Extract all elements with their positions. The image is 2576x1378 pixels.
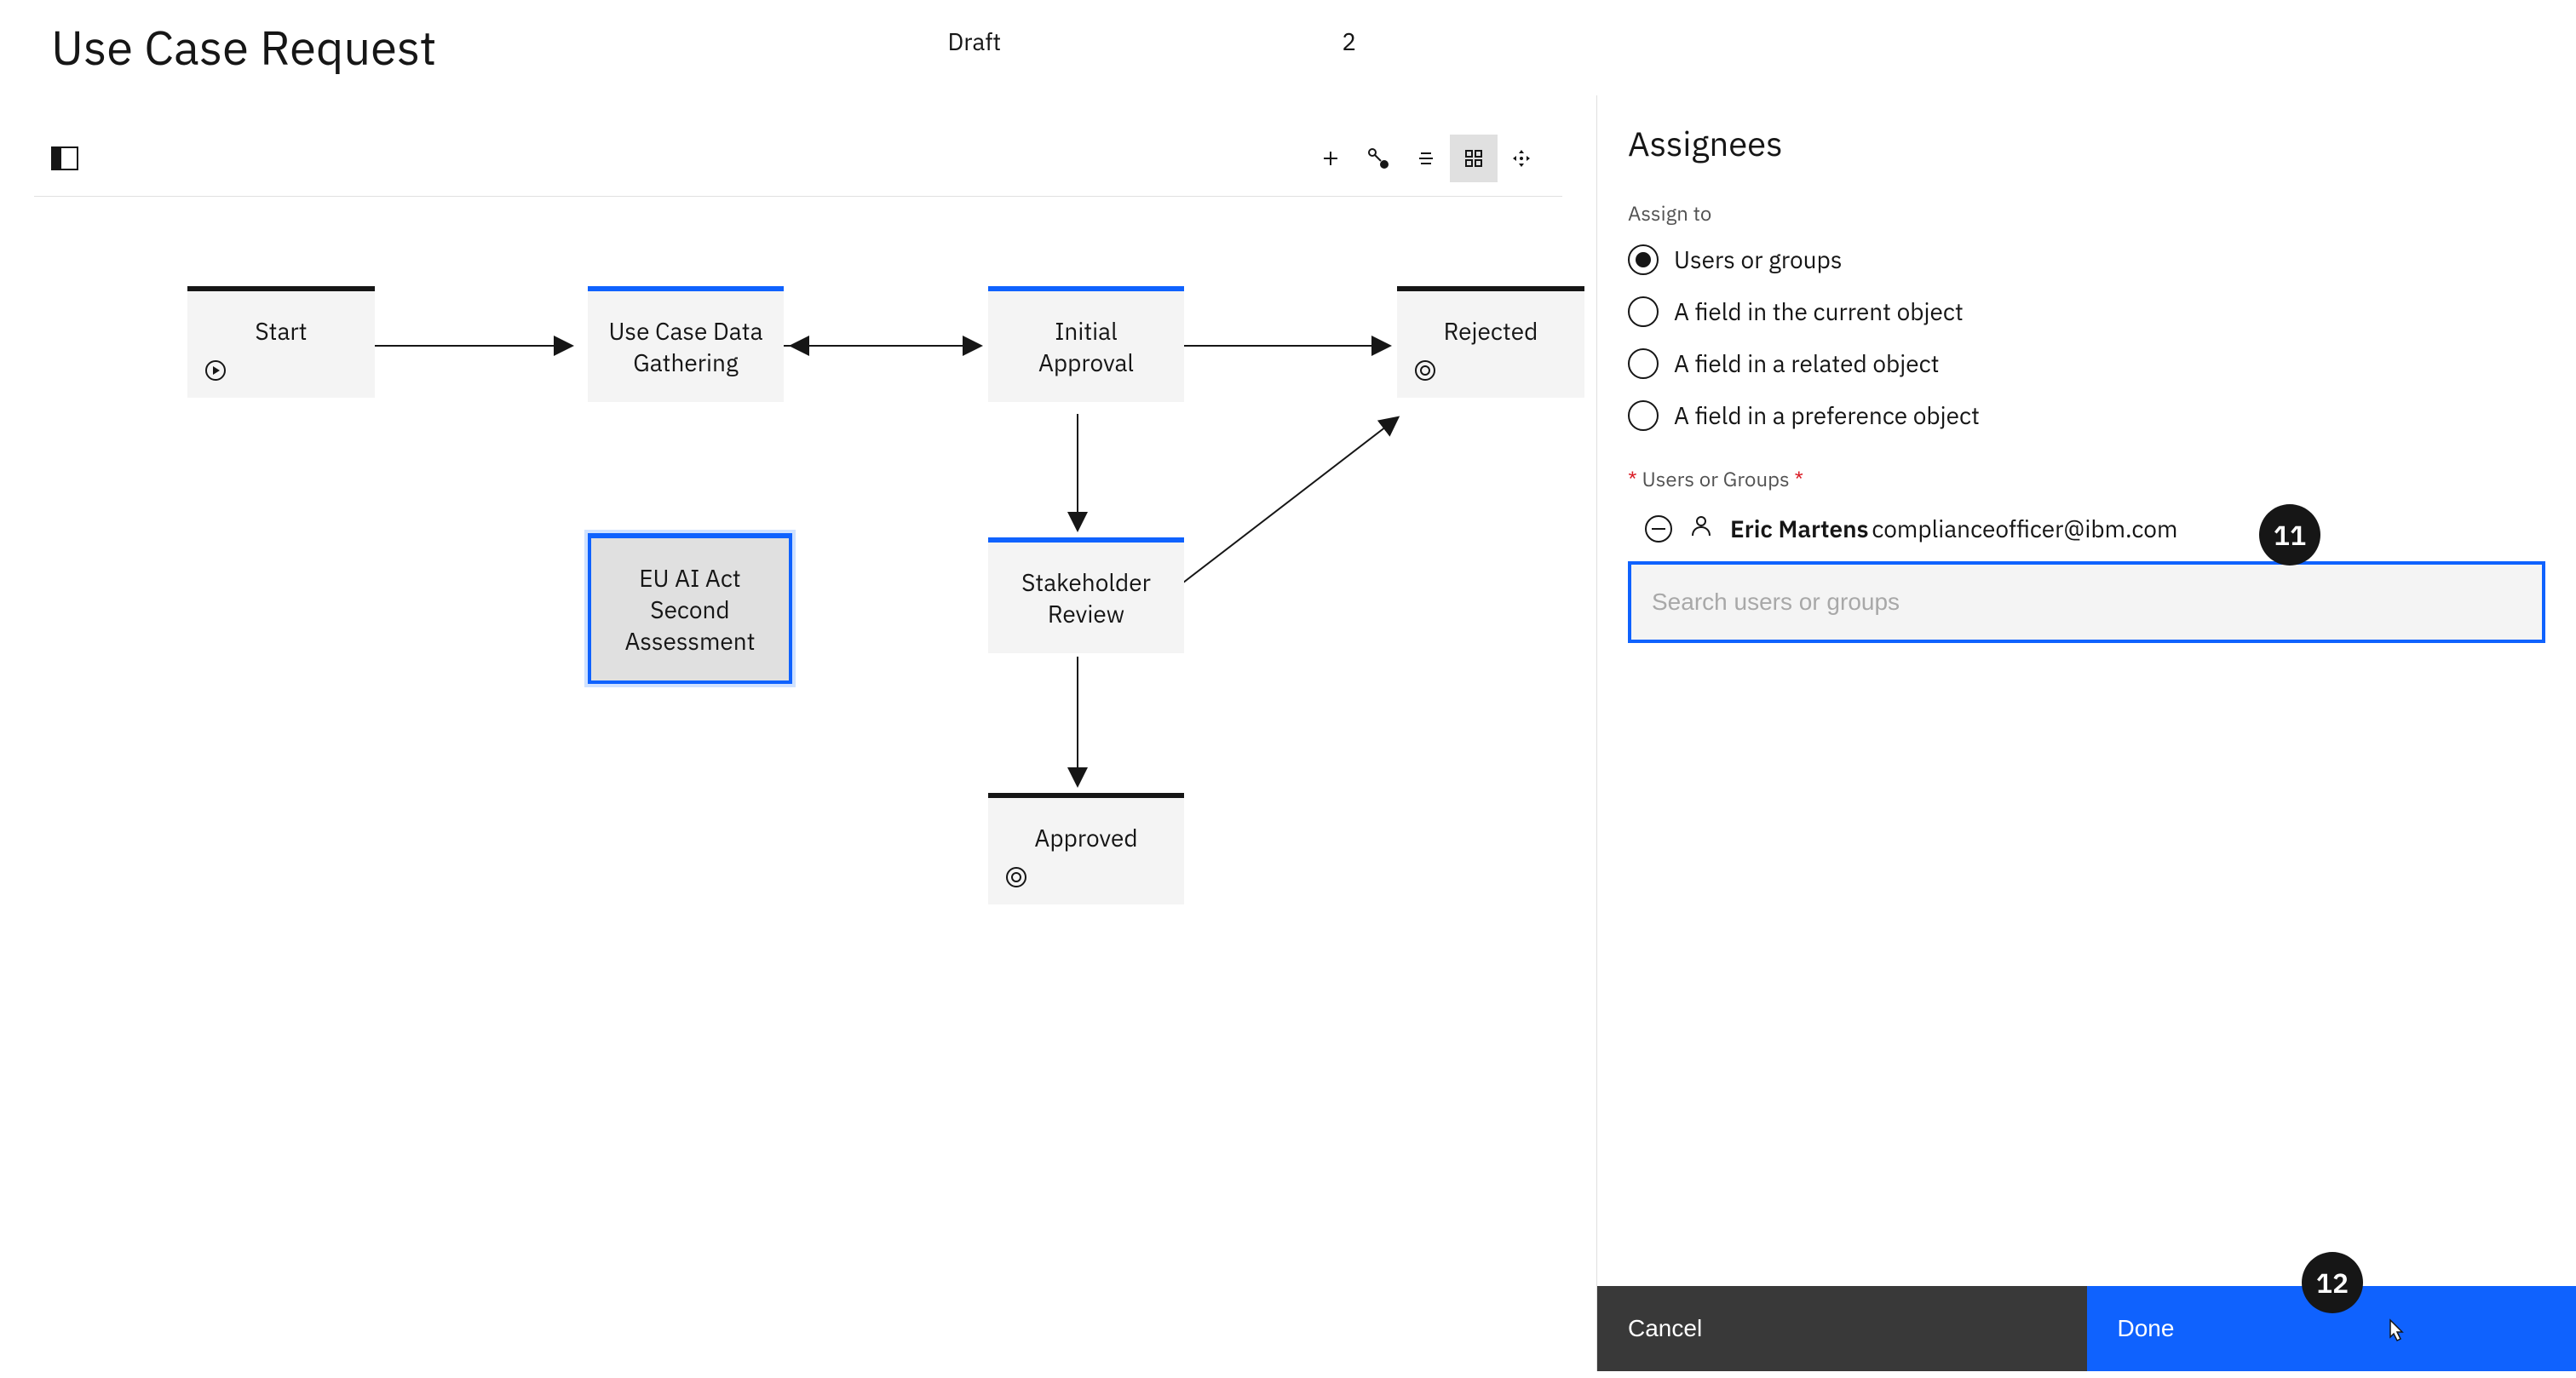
radio-icon <box>1628 348 1659 379</box>
callout-12: 12 <box>2302 1252 2363 1313</box>
node-start-label: Start <box>255 315 307 347</box>
node-gathering[interactable]: Use Case Data Gathering <box>588 286 784 402</box>
user-display: Eric Martens complianceofficer@ibm.com <box>1730 513 2177 544</box>
node-initial-label: Initial Approval <box>1038 315 1134 378</box>
move-icon <box>1509 146 1533 170</box>
radio-field-preference[interactable]: A field in a preference object <box>1628 399 2545 431</box>
radio-label: A field in the current object <box>1674 296 1964 327</box>
callout-11: 11 <box>2259 504 2320 566</box>
sidebar-footer: Cancel Done <box>1597 1286 2576 1371</box>
radio-label: A field in a preference object <box>1674 399 1980 431</box>
remove-user-icon[interactable] <box>1645 515 1672 543</box>
grid-icon <box>1463 148 1484 169</box>
user-email: complianceofficer@ibm.com <box>1872 513 2177 544</box>
plus-icon <box>1320 148 1341 169</box>
radio-icon <box>1628 296 1659 327</box>
node-initial-approval[interactable]: Initial Approval <box>988 286 1184 402</box>
radio-users-groups[interactable]: Users or groups <box>1628 244 2545 275</box>
stop-icon <box>1414 359 1436 388</box>
users-groups-label: * Users or Groups * <box>1628 465 2545 492</box>
node-stakeholder-review[interactable]: Stakeholder Review <box>988 537 1184 653</box>
status-label: Draft <box>947 26 1001 57</box>
assign-to-radio-group: Users or groups A field in the current o… <box>1628 244 2545 431</box>
node-stakeholder-label: Stakeholder Review <box>1021 566 1151 629</box>
count-label: 2 <box>1342 26 1356 57</box>
panel-toggle-icon[interactable] <box>51 146 78 170</box>
cancel-button[interactable]: Cancel <box>1597 1286 2087 1371</box>
list-icon <box>1416 148 1436 169</box>
workflow-diagram: Start Use Case Data Gathering Initial Ap… <box>34 197 1562 1362</box>
node-start[interactable]: Start <box>187 286 375 398</box>
node-approved-label: Approved <box>1034 822 1137 853</box>
node-euai-label: EU AI Act Second Assessment <box>624 562 755 657</box>
play-icon <box>204 359 227 388</box>
node-approved[interactable]: Approved <box>988 793 1184 904</box>
sidebar-title: Assignees <box>1628 121 2545 165</box>
node-rejected[interactable]: Rejected <box>1397 286 1584 398</box>
connection-button[interactable] <box>1354 135 1402 182</box>
connection-icon <box>1366 146 1390 170</box>
stop-icon <box>1005 866 1027 894</box>
radio-icon <box>1628 244 1659 275</box>
cursor-icon <box>2382 1318 2406 1346</box>
node-gathering-label: Use Case Data Gathering <box>608 315 762 378</box>
search-users-input[interactable] <box>1628 561 2545 643</box>
node-rejected-label: Rejected <box>1444 315 1538 347</box>
assignees-sidebar: Assignees Assign to Users or groups A fi… <box>1596 95 2576 1371</box>
move-button[interactable] <box>1498 135 1545 182</box>
user-icon <box>1689 513 1713 544</box>
radio-label: A field in a related object <box>1674 347 1940 379</box>
radio-label: Users or groups <box>1674 244 1842 275</box>
assigned-user-row: Eric Martens complianceofficer@ibm.com <box>1628 506 2545 561</box>
user-name: Eric Martens <box>1730 513 1869 544</box>
list-button[interactable] <box>1402 135 1450 182</box>
assign-to-label: Assign to <box>1628 199 2545 227</box>
add-button[interactable] <box>1307 135 1354 182</box>
page-title: Use Case Request <box>51 17 436 78</box>
workflow-canvas: Start Use Case Data Gathering Initial Ap… <box>0 95 1596 1371</box>
page-header: Use Case Request Draft 2 <box>0 0 2576 95</box>
grid-button[interactable] <box>1450 135 1498 182</box>
canvas-toolbar <box>34 121 1562 197</box>
radio-field-current[interactable]: A field in the current object <box>1628 296 2545 327</box>
radio-field-related[interactable]: A field in a related object <box>1628 347 2545 379</box>
radio-icon <box>1628 400 1659 431</box>
header-meta: Draft 2 <box>947 17 1356 78</box>
node-euai-assessment[interactable]: EU AI Act Second Assessment <box>588 533 792 684</box>
